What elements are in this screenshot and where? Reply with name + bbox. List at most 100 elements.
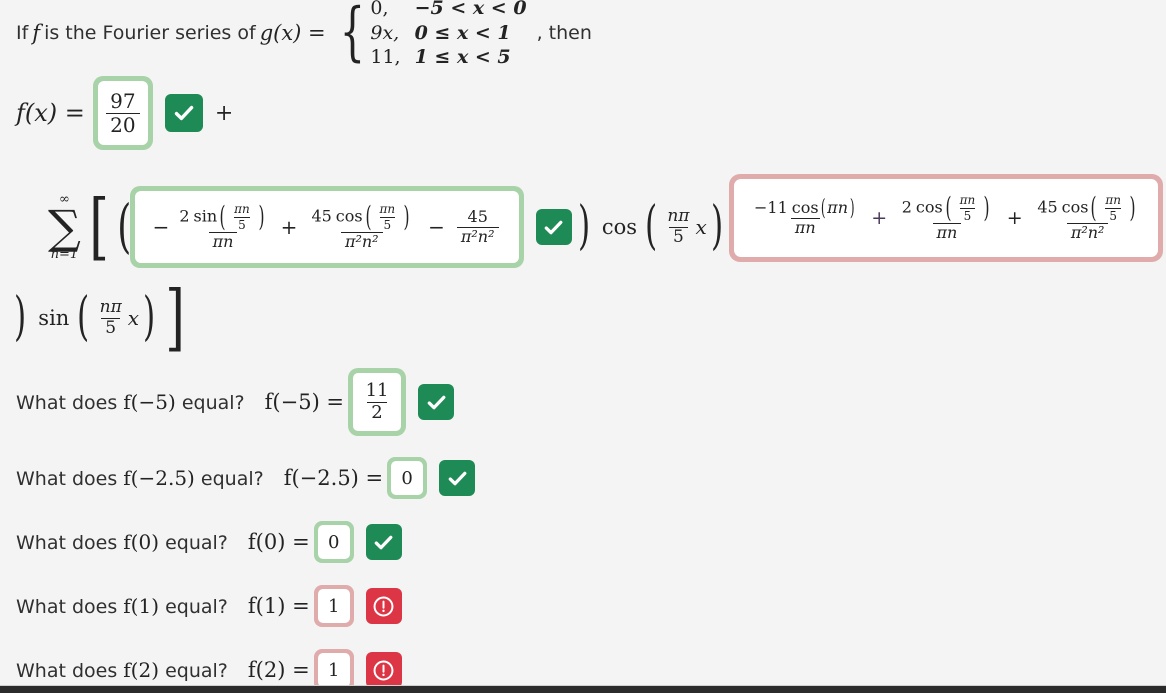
sin-term-3-numerator: 45 cos(πn 5) <box>1037 190 1136 224</box>
question-1-prompt: What does f(−5) equal? <box>16 390 245 414</box>
check-icon <box>427 395 445 409</box>
fx-plus: + <box>214 100 234 126</box>
statement-f-symbol: f <box>32 21 41 45</box>
cos-factor-label: cos <box>601 215 638 239</box>
sin-term-3-func: cos <box>1061 197 1089 217</box>
sin-arg-denominator: 5 <box>101 317 121 338</box>
sin-term-3-arg-den: 5 <box>1105 207 1122 223</box>
question-3-correct-badge <box>365 524 402 560</box>
question-3-prompt-f: f(0) <box>123 530 160 554</box>
a0-numerator: 97 <box>110 88 136 113</box>
question-4-lhs: f(1) = <box>247 594 310 618</box>
sin-term-1-func: cos <box>791 197 819 217</box>
sine-group-close-paren: ) <box>14 287 27 348</box>
question-row-2: What does f(−2.5) equal? f(−2.5) = 0 <box>16 450 476 506</box>
question-2-lhs: f(−2.5) = <box>283 466 384 490</box>
question-row-1: What does f(−5) equal? f(−5) = 11 2 <box>16 368 455 436</box>
cos-term-1-coeff: 2 <box>179 206 190 226</box>
check-icon <box>174 105 194 121</box>
cos-term-2-numerator: 45 cos(πn 5) <box>311 199 410 233</box>
sin-term-2-sign: + <box>871 207 888 229</box>
sin-term-1-coeff: −11 <box>754 197 788 217</box>
cos-term-1-arg-den: 5 <box>234 216 250 232</box>
case-domain-1: −5 < x < 0 <box>414 0 527 19</box>
exclamation-circle-icon <box>373 660 394 680</box>
question-1-denominator: 2 <box>367 401 387 423</box>
cos-term-1-func: sin <box>193 206 218 226</box>
question-2-answer-field[interactable]: 0 <box>391 461 424 495</box>
question-1-correct-badge <box>418 384 455 420</box>
piecewise-definition: { 0, −5 < x < 0 9x, 0 ≤ x < 1 11, 1 ≤ x … <box>332 0 527 70</box>
statement-then: , then <box>536 22 592 44</box>
sin-arg-open-paren: ( <box>77 287 90 348</box>
sin-term-2: 2 cos(πn 5) πn <box>898 190 997 242</box>
cos-term-3: 45 π²n² <box>456 206 499 246</box>
cos-term-1: 2 sin(πn 5) πn <box>175 202 270 251</box>
cosine-coefficient-field[interactable]: − 2sin(πn5) πn + 45cos(πn5) π²n² − <box>134 191 519 263</box>
question-1-fraction: 11 2 <box>362 379 393 423</box>
a0-answer-field[interactable]: 97 20 <box>97 81 148 145</box>
question-5-answer-field[interactable]: 1 <box>317 653 350 687</box>
question-1-lhs: f(−5) = <box>264 390 345 414</box>
summation-symbol: ∞ ∑ n=1 <box>48 193 81 261</box>
cos-term-2-func: cos <box>335 206 363 226</box>
sine-coefficient-field[interactable]: −11 cos(πn) πn + 2 cos(πn 5) πn + 45 cos(πn 5… <box>734 179 1158 257</box>
question-3-prompt: What does f(0) equal? <box>16 530 228 554</box>
cosine-coefficient-wrapper[interactable]: − 2sin(πn5) πn + 45cos(πn5) π²n² − <box>129 186 524 268</box>
sin-term-3-coeff: 45 <box>1037 197 1058 217</box>
cos-term-3-denominator: π²n² <box>456 226 499 246</box>
question-3-prompt-pre: What does <box>16 532 118 554</box>
cos-arg-numerator: nπ <box>667 205 690 226</box>
cos-arg-denominator: 5 <box>668 226 688 247</box>
cos-term-2-arg-num: πn <box>379 202 396 216</box>
check-icon <box>544 220 563 234</box>
question-1-answer-field[interactable]: 11 2 <box>353 373 402 431</box>
case-value-2: 9x, <box>370 21 400 44</box>
sin-term-2-denominator: πn <box>932 223 962 242</box>
question-5-incorrect-badge <box>365 652 402 688</box>
cos-term-3-coeff: 45 <box>467 206 488 226</box>
sin-term-2-arg-den: 5 <box>959 207 976 223</box>
question-1-prompt-f: f(−5) <box>123 390 176 414</box>
question-1-numerator: 11 <box>365 379 389 401</box>
a0-fraction: 97 20 <box>106 88 140 136</box>
question-2-answer-wrapper[interactable]: 0 <box>387 457 428 499</box>
question-1-answer-wrapper[interactable]: 11 2 <box>348 368 407 436</box>
question-2-prompt: What does f(−2.5) equal? <box>16 466 264 490</box>
fx-lhs: f(x) = <box>16 99 85 127</box>
question-4-prompt-pre: What does <box>16 596 118 618</box>
exercise-page: If f is the Fourier series of g(x) = { 0… <box>0 0 1166 693</box>
cos-term-1-arg-num: πn <box>234 202 250 216</box>
question-3-answer-field[interactable]: 0 <box>317 525 350 559</box>
sin-term-2-func: cos <box>915 197 943 217</box>
sin-term-1: −11 cos(πn) πn <box>750 195 861 237</box>
a0-answer-wrapper[interactable]: 97 20 <box>92 76 153 150</box>
case-domain-3: 1 ≤ x < 5 <box>414 46 511 69</box>
left-brace: { <box>339 0 365 70</box>
check-icon <box>448 471 467 485</box>
sin-term-2-arg-num: πn <box>959 193 976 207</box>
sin-term-3-denominator: π²n² <box>1066 223 1109 242</box>
sine-coefficient-wrapper[interactable]: −11 cos(πn) πn + 2 cos(πn 5) πn + 45 cos(πn 5… <box>729 174 1163 262</box>
question-3-answer-wrapper[interactable]: 0 <box>313 521 354 563</box>
question-4-prompt: What does f(1) equal? <box>16 594 228 618</box>
statement-lead: If <box>16 22 29 44</box>
series-close-bracket: ] <box>165 275 186 360</box>
question-5-prompt-f: f(2) <box>123 658 160 682</box>
cos-term-3-sign: − <box>428 215 445 239</box>
a0-denominator: 20 <box>106 112 140 136</box>
cos-term-2-denominator: π²n² <box>340 232 383 251</box>
sin-argument: nπ 5 <box>96 298 126 338</box>
series-open-bracket: [ <box>89 184 109 269</box>
cos-arg-close-paren: ) <box>710 196 723 257</box>
statement-g-symbol: g(x) = <box>259 21 326 45</box>
sin-term-2-coeff: 2 <box>901 197 912 217</box>
sin-term-1-denominator: πn <box>790 217 820 237</box>
exclamation-circle-icon <box>373 596 394 616</box>
question-4-answer-wrapper[interactable]: 1 <box>313 585 354 627</box>
question-2-prompt-post: equal? <box>200 468 264 490</box>
sin-term-2-numerator: 2 cos(πn 5) <box>901 190 990 224</box>
sin-term-1-numerator: −11 cos(πn) <box>754 195 855 221</box>
sin-term-3-sign: + <box>1006 207 1023 229</box>
question-4-answer-field[interactable]: 1 <box>317 589 350 623</box>
